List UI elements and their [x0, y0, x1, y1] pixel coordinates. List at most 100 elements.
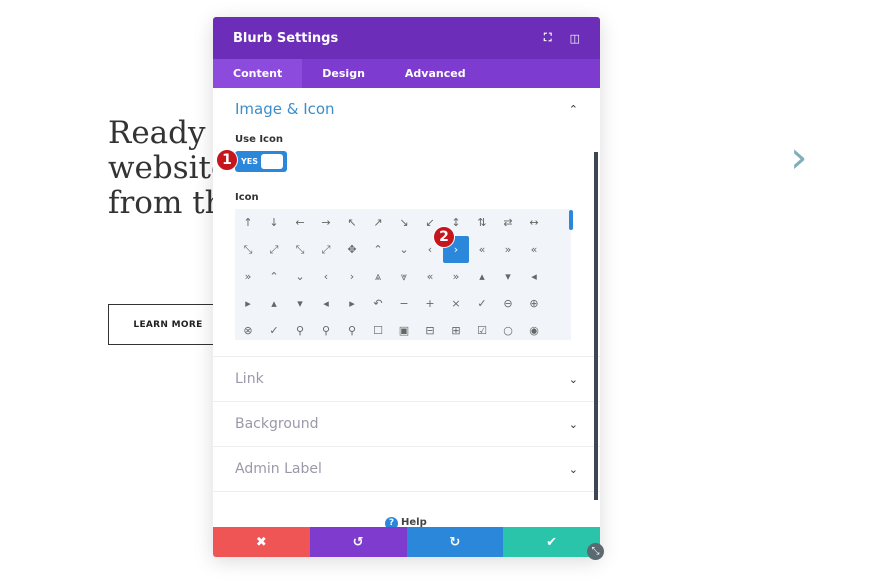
hero-line: Ready to build your [108, 116, 218, 151]
icon-option[interactable]: « [417, 263, 443, 290]
icon-option[interactable]: ⤢ [313, 236, 339, 263]
icon-label: Icon [235, 192, 259, 203]
tab-content[interactable]: Content [213, 59, 303, 88]
section-title: Background [235, 416, 319, 432]
icon-option[interactable]: » [235, 263, 261, 290]
icon-option[interactable]: ⌃ [261, 263, 287, 290]
icon-option[interactable]: ⇅ [469, 209, 495, 236]
icon-option [547, 263, 573, 290]
toggle-knob [261, 154, 283, 169]
icon-option[interactable]: ☑ [469, 317, 495, 344]
section-title: Image & Icon [235, 100, 335, 118]
icon-option[interactable]: ⊞ [443, 317, 469, 344]
redo-button[interactable]: ↻ [406, 527, 504, 557]
icon-option[interactable]: ⤡ [287, 236, 313, 263]
resize-handle-icon[interactable]: ⤡ [587, 543, 604, 560]
icon-option[interactable]: ◉ [521, 317, 547, 344]
icon-option[interactable]: ↑ [235, 209, 261, 236]
icon-option[interactable]: ↗ [365, 209, 391, 236]
save-button[interactable]: ✔ [503, 527, 600, 557]
toggle-value: YES [241, 157, 259, 166]
chevron-right-icon[interactable]: › [790, 132, 808, 183]
icon-option [547, 236, 573, 263]
tab-design[interactable]: Design [302, 59, 385, 88]
icon-option[interactable]: ⊖ [495, 290, 521, 317]
icon-option[interactable]: ✓ [261, 317, 287, 344]
icon-option[interactable]: ⊕ [521, 290, 547, 317]
icon-option[interactable]: ↓ [261, 209, 287, 236]
icon-option[interactable]: ☐ [365, 317, 391, 344]
icon-option[interactable]: ⊗ [235, 317, 261, 344]
icon-option[interactable]: × [443, 290, 469, 317]
image-icon-section: Image & Icon ⌃ Use Icon YES 1 Icon ↑ ↓ ← → ↖… [213, 88, 600, 340]
icon-option[interactable]: ▸ [235, 290, 261, 317]
icon-option[interactable]: ○ [495, 317, 521, 344]
icon-option[interactable]: − [391, 290, 417, 317]
section-link[interactable]: Link ⌄ [213, 356, 600, 401]
section-admin-label[interactable]: Admin Label ⌄ [213, 446, 600, 491]
section-background[interactable]: Background ⌄ [213, 401, 600, 446]
icon-option[interactable]: ⤢ [261, 236, 287, 263]
icon-option[interactable]: ▾ [495, 263, 521, 290]
annotation-badge-1: 1 [216, 149, 238, 171]
icon-option[interactable]: ◂ [313, 290, 339, 317]
modal-footer: ✖ ↺ ↻ ✔ [213, 527, 600, 557]
fullscreen-icon[interactable]: ⛶ [544, 31, 552, 45]
icon-option[interactable]: » [495, 236, 521, 263]
modal-tabs: Content Design Advanced [213, 59, 600, 88]
undo-button[interactable]: ↺ [309, 527, 407, 557]
modal-title: Blurb Settings [233, 30, 339, 46]
icon-option[interactable]: « [469, 236, 495, 263]
icon-option[interactable]: ▴ [469, 263, 495, 290]
icon-option[interactable]: ⚲ [339, 317, 365, 344]
icon-option[interactable]: ⩔ [391, 263, 417, 290]
icon-option[interactable]: ⤡ [235, 236, 261, 263]
section-title: Link [235, 371, 264, 387]
icon-option[interactable]: ▣ [391, 317, 417, 344]
modal-scrollbar[interactable] [594, 152, 598, 500]
icon-option[interactable]: ↖ [339, 209, 365, 236]
use-icon-toggle[interactable]: YES [235, 151, 287, 172]
icon-grid-scrollbar[interactable] [569, 210, 573, 230]
icon-option[interactable]: ↔ [521, 209, 547, 236]
icon-option[interactable]: ← [287, 209, 313, 236]
icon-option[interactable]: ⊟ [417, 317, 443, 344]
section-header[interactable]: Image & Icon ⌃ [235, 88, 578, 130]
icon-option[interactable]: → [313, 209, 339, 236]
chevron-up-icon[interactable]: ⌃ [569, 103, 578, 116]
icon-picker-grid: ↑ ↓ ← → ↖ ↗ ↘ ↙ ↕ ⇅ ⇄ ↔ ⤡ ⤢ ⤡ ⤢ ✥ ⌃ ⌄ ‹ › «» «» ⌃ ⌄ ‹ › ⩓ ⩔ «» ▴ ▾ ◂ ▸ ▴ ▾ ◂… [235, 209, 573, 340]
icon-option[interactable]: » [443, 263, 469, 290]
icon-option[interactable]: + [417, 290, 443, 317]
icon-option[interactable]: ↶ [365, 290, 391, 317]
hero-heading: Ready to build your website from the gro… [108, 116, 218, 221]
icon-option[interactable]: ‹ [313, 263, 339, 290]
icon-option[interactable]: ◂ [521, 263, 547, 290]
use-icon-label: Use Icon [235, 134, 283, 145]
icon-option[interactable]: ▴ [261, 290, 287, 317]
icon-option[interactable]: ⩓ [365, 263, 391, 290]
divider [213, 491, 600, 492]
icon-option [547, 317, 573, 344]
icon-option[interactable]: ✓ [469, 290, 495, 317]
icon-option[interactable]: › [339, 263, 365, 290]
icon-option[interactable]: « [521, 236, 547, 263]
icon-option[interactable]: ⌄ [391, 236, 417, 263]
learn-more-button[interactable]: LEARN MORE [108, 304, 228, 345]
icon-option[interactable]: ▸ [339, 290, 365, 317]
blurb-settings-modal: Blurb Settings ⛶ ◫ Content Design Advanc… [213, 17, 600, 557]
tab-advanced[interactable]: Advanced [385, 59, 486, 88]
icon-option[interactable]: ✥ [339, 236, 365, 263]
cancel-button[interactable]: ✖ [213, 527, 310, 557]
modal-header: Blurb Settings ⛶ ◫ [213, 17, 600, 59]
icon-option[interactable]: ⚲ [287, 317, 313, 344]
icon-option[interactable]: ↘ [391, 209, 417, 236]
chevron-down-icon: ⌄ [568, 372, 578, 386]
icon-option[interactable]: ⚲ [313, 317, 339, 344]
icon-option[interactable]: ⌄ [287, 263, 313, 290]
chevron-down-icon: ⌄ [568, 462, 578, 476]
icon-option[interactable]: ▾ [287, 290, 313, 317]
icon-option[interactable]: ⌃ [365, 236, 391, 263]
sidebar-toggle-icon[interactable]: ◫ [570, 32, 580, 45]
icon-option[interactable]: ⇄ [495, 209, 521, 236]
hero-line: from the ground up [108, 185, 218, 221]
